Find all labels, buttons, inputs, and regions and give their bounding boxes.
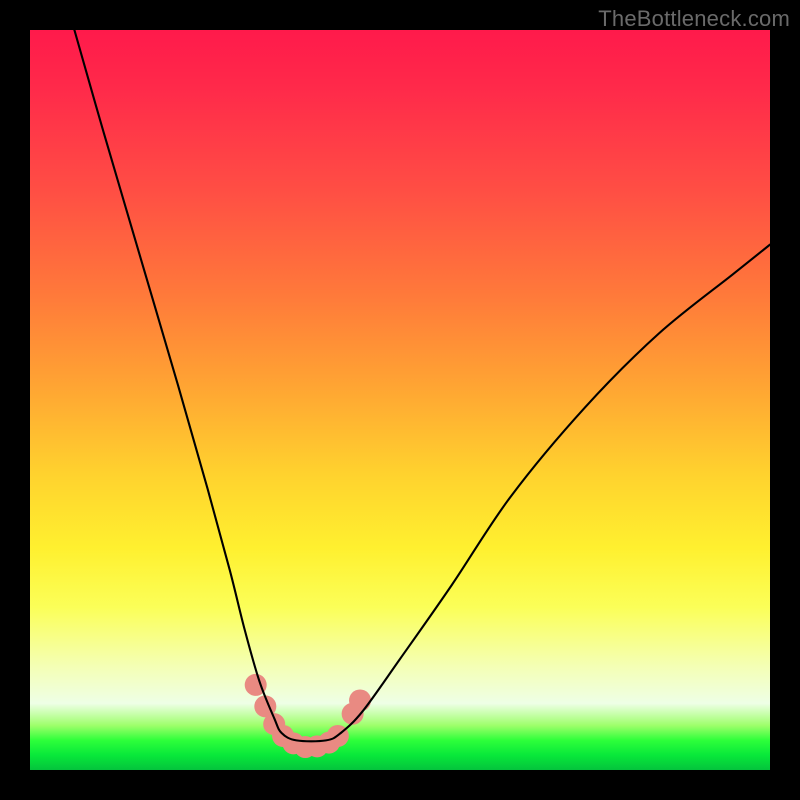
bottleneck-curve [74, 30, 770, 741]
markers-group [245, 674, 371, 758]
data-marker [318, 732, 340, 754]
data-marker [349, 689, 371, 711]
chart-svg [30, 30, 770, 770]
data-marker [342, 703, 364, 725]
data-marker [263, 713, 285, 735]
chart-plot-area [30, 30, 770, 770]
data-marker [327, 725, 349, 747]
watermark-text: TheBottleneck.com [598, 6, 790, 32]
chart-frame: TheBottleneck.com [0, 0, 800, 800]
data-marker [282, 732, 304, 754]
data-marker [294, 736, 316, 758]
data-marker [254, 695, 276, 717]
data-marker [245, 674, 267, 696]
data-marker [306, 735, 328, 757]
data-marker [272, 725, 294, 747]
